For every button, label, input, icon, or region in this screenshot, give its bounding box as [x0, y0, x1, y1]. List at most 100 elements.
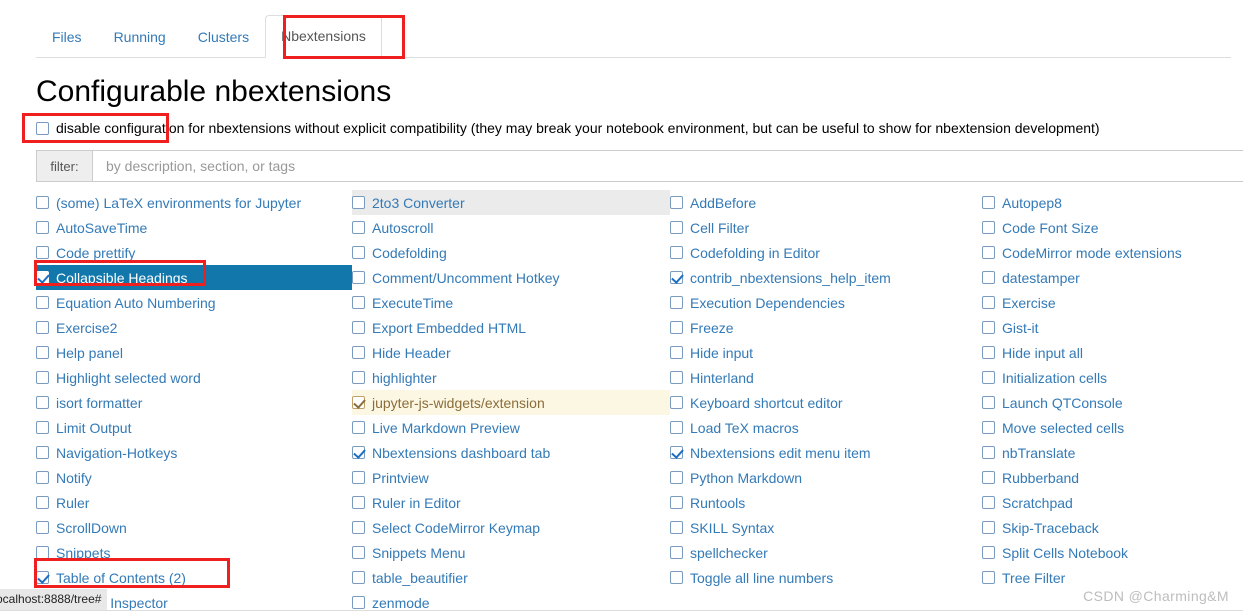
checkbox-unchecked-icon[interactable]: [36, 196, 49, 209]
checkbox-unchecked-icon[interactable]: [36, 396, 49, 409]
extension-row[interactable]: Load TeX macros: [670, 415, 982, 440]
checkbox-unchecked-icon[interactable]: [670, 546, 683, 559]
extension-row[interactable]: Move selected cells: [982, 415, 1243, 440]
checkbox-unchecked-icon[interactable]: [982, 221, 995, 234]
checkbox-unchecked-icon[interactable]: [982, 521, 995, 534]
extension-row[interactable]: Hinterland: [670, 365, 982, 390]
checkbox-unchecked-icon[interactable]: [670, 521, 683, 534]
checkbox-unchecked-icon[interactable]: [36, 546, 49, 559]
extension-row[interactable]: datestamper: [982, 265, 1243, 290]
checkbox-unchecked-icon[interactable]: [352, 196, 365, 209]
checkbox-unchecked-icon[interactable]: [670, 471, 683, 484]
checkbox-checked-icon[interactable]: [36, 271, 49, 284]
checkbox-unchecked-icon[interactable]: [982, 296, 995, 309]
extension-row[interactable]: Ruler in Editor: [352, 490, 670, 515]
checkbox-checked-icon[interactable]: [670, 446, 683, 459]
extension-row[interactable]: Help panel: [36, 340, 352, 365]
extension-row[interactable]: SKILL Syntax: [670, 515, 982, 540]
extension-row[interactable]: highlighter: [352, 365, 670, 390]
checkbox-unchecked-icon[interactable]: [36, 446, 49, 459]
checkbox-checked-icon[interactable]: [352, 446, 365, 459]
checkbox-unchecked-icon[interactable]: [670, 346, 683, 359]
extension-row[interactable]: ExecuteTime: [352, 290, 670, 315]
checkbox-unchecked-icon[interactable]: [352, 221, 365, 234]
extension-row[interactable]: Cell Filter: [670, 215, 982, 240]
extension-row[interactable]: Python Markdown: [670, 465, 982, 490]
checkbox-unchecked-icon[interactable]: [36, 521, 49, 534]
extension-row[interactable]: Hide input all: [982, 340, 1243, 365]
checkbox-unchecked-icon[interactable]: [352, 321, 365, 334]
checkbox-unchecked-icon[interactable]: [36, 221, 49, 234]
extension-row[interactable]: Equation Auto Numbering: [36, 290, 352, 315]
disable-configuration-row[interactable]: disable configuration for nbextensions w…: [36, 118, 1100, 138]
checkbox-unchecked-icon[interactable]: [352, 246, 365, 259]
extension-row[interactable]: Snippets: [36, 540, 352, 565]
extension-row[interactable]: Split Cells Notebook: [982, 540, 1243, 565]
extension-row[interactable]: Rubberband: [982, 465, 1243, 490]
checkbox-unchecked-icon[interactable]: [352, 371, 365, 384]
extension-row[interactable]: (some) LaTeX environments for Jupyter: [36, 190, 352, 215]
checkbox-unchecked-icon[interactable]: [36, 496, 49, 509]
extension-row[interactable]: Printview: [352, 465, 670, 490]
checkbox-unchecked-icon[interactable]: [36, 246, 49, 259]
checkbox-unchecked-icon[interactable]: [352, 271, 365, 284]
tab-clusters[interactable]: Clusters: [182, 16, 265, 58]
checkbox-unchecked-icon[interactable]: [352, 546, 365, 559]
extension-row[interactable]: Live Markdown Preview: [352, 415, 670, 440]
extension-row[interactable]: Autopep8: [982, 190, 1243, 215]
extension-row[interactable]: Keyboard shortcut editor: [670, 390, 982, 415]
extension-row[interactable]: Hide Header: [352, 340, 670, 365]
checkbox-unchecked-icon[interactable]: [670, 321, 683, 334]
checkbox-unchecked-icon[interactable]: [352, 346, 365, 359]
extension-row[interactable]: contrib_nbextensions_help_item: [670, 265, 982, 290]
checkbox-unchecked-icon[interactable]: [670, 421, 683, 434]
extension-row[interactable]: Collapsible Headings: [36, 265, 352, 290]
extension-row[interactable]: Highlight selected word: [36, 365, 352, 390]
checkbox-unchecked-icon[interactable]: [982, 346, 995, 359]
extension-row[interactable]: Skip-Traceback: [982, 515, 1243, 540]
extension-row[interactable]: Codefolding: [352, 240, 670, 265]
checkbox-unchecked-icon[interactable]: [982, 471, 995, 484]
checkbox-unchecked-icon[interactable]: [982, 446, 995, 459]
extension-row[interactable]: Code prettify: [36, 240, 352, 265]
extension-row[interactable]: Launch QTConsole: [982, 390, 1243, 415]
extension-row[interactable]: Exercise2: [36, 315, 352, 340]
extension-row[interactable]: jupyter-js-widgets/extension: [352, 390, 670, 415]
checkbox-unchecked-icon[interactable]: [670, 496, 683, 509]
tab-running[interactable]: Running: [98, 16, 182, 58]
extension-row[interactable]: Tree Filter: [982, 565, 1243, 590]
extension-row[interactable]: Select CodeMirror Keymap: [352, 515, 670, 540]
extension-row[interactable]: Comment/Uncomment Hotkey: [352, 265, 670, 290]
checkbox-unchecked-icon[interactable]: [352, 421, 365, 434]
checkbox-unchecked-icon[interactable]: [670, 296, 683, 309]
checkbox-unchecked-icon[interactable]: [670, 246, 683, 259]
checkbox-checked-icon[interactable]: [352, 396, 365, 409]
extension-row[interactable]: Gist-it: [982, 315, 1243, 340]
extension-row[interactable]: table_beautifier: [352, 565, 670, 590]
extension-row[interactable]: Codefolding in Editor: [670, 240, 982, 265]
extension-row[interactable]: Runtools: [670, 490, 982, 515]
extension-row[interactable]: Exercise: [982, 290, 1243, 315]
extension-row[interactable]: Toggle all line numbers: [670, 565, 982, 590]
checkbox-unchecked-icon[interactable]: [982, 571, 995, 584]
checkbox-unchecked-icon[interactable]: [352, 596, 365, 609]
checkbox-unchecked-icon[interactable]: [36, 421, 49, 434]
extension-row[interactable]: Hide input: [670, 340, 982, 365]
checkbox-unchecked-icon[interactable]: [670, 221, 683, 234]
extension-row[interactable]: Ruler: [36, 490, 352, 515]
checkbox-unchecked-icon[interactable]: [982, 271, 995, 284]
checkbox-unchecked-icon[interactable]: [982, 321, 995, 334]
extension-row[interactable]: nbTranslate: [982, 440, 1243, 465]
checkbox-unchecked-icon[interactable]: [36, 371, 49, 384]
extension-row[interactable]: Notify: [36, 465, 352, 490]
extension-row[interactable]: Snippets Menu: [352, 540, 670, 565]
extension-row[interactable]: Code Font Size: [982, 215, 1243, 240]
checkbox-checked-icon[interactable]: [36, 571, 49, 584]
extension-row[interactable]: zenmode: [352, 590, 670, 615]
extension-row[interactable]: CodeMirror mode extensions: [982, 240, 1243, 265]
disable-configuration-checkbox[interactable]: [36, 121, 49, 135]
extension-row[interactable]: Navigation-Hotkeys: [36, 440, 352, 465]
checkbox-unchecked-icon[interactable]: [982, 546, 995, 559]
checkbox-unchecked-icon[interactable]: [352, 521, 365, 534]
extension-row[interactable]: Initialization cells: [982, 365, 1243, 390]
